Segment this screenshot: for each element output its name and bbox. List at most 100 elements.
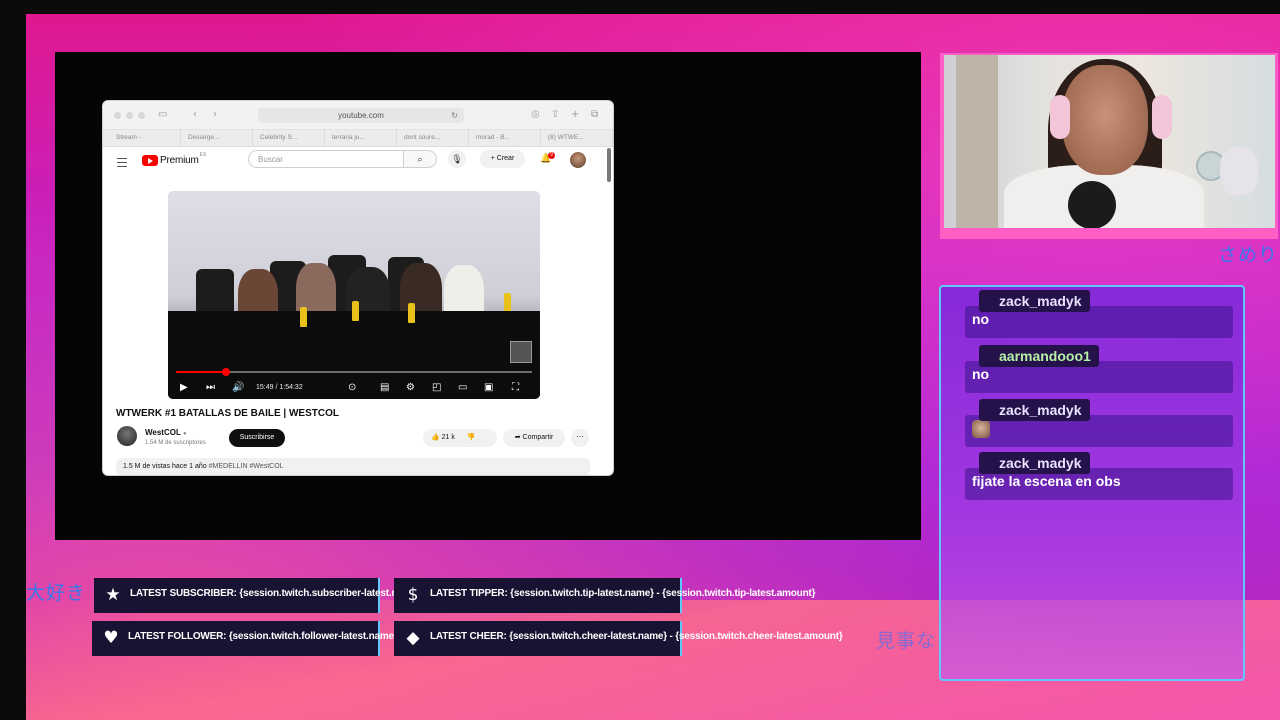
volume-icon[interactable]: 🔊	[232, 382, 244, 393]
menu-icon[interactable]	[117, 158, 127, 170]
avatar[interactable]	[570, 152, 586, 168]
overlay-japanese-text-left: 大好き	[26, 582, 87, 604]
browser-tab[interactable]: Desiarge...	[185, 130, 253, 146]
webcam-background-door	[956, 55, 998, 228]
video-progress-bar[interactable]	[176, 368, 532, 376]
video-bottle	[504, 293, 511, 311]
channel-avatar[interactable]	[117, 426, 137, 446]
theater-mode-icon[interactable]: ▭	[458, 382, 467, 393]
reload-icon[interactable]: ↻	[451, 108, 458, 123]
share-icon[interactable]: ⇧	[551, 109, 559, 120]
chat-box: zack_madyk no aarmandooo1 no zack_madyk …	[939, 285, 1245, 681]
create-label: Crear	[496, 155, 515, 162]
subtitles-icon[interactable]: ▤	[380, 382, 389, 393]
chat-message: aarmandooo1 no	[965, 345, 1233, 393]
latest-cheer-widget: ◆ LATEST CHEER: {session.twitch.cheer-la…	[394, 621, 843, 656]
latest-tipper-widget: $ LATEST TIPPER: {session.twitch.tip-lat…	[394, 578, 816, 613]
youtube-premium-label: Premium	[160, 155, 199, 166]
search-button[interactable]: ⌕	[404, 150, 437, 168]
new-tab-icon[interactable]: +	[571, 109, 579, 120]
chat-message: zack_madyk no	[965, 290, 1233, 338]
like-dislike-pill: 👍 21 k 👎	[423, 429, 497, 447]
voice-search-button[interactable]: 🎙	[448, 150, 466, 168]
thumbs-down-icon[interactable]: 👎	[467, 434, 476, 441]
description-meta: 1.5 M de vistas hace 1 año	[123, 463, 207, 470]
autoplay-toggle-icon[interactable]: ⊙	[348, 382, 356, 393]
chat-username: zack_madyk	[979, 452, 1090, 474]
chat-message: zack_madyk	[965, 399, 1233, 447]
thumbs-up-icon[interactable]: 👍	[431, 434, 440, 441]
youtube-play-icon	[142, 155, 158, 166]
browser-tab[interactable]: terraria ju...	[329, 130, 397, 146]
video-progress-knob[interactable]	[221, 368, 230, 376]
forward-icon[interactable]: ›	[213, 109, 217, 120]
latest-cheer-label: LATEST CHEER: {session.twitch.cheer-late…	[430, 631, 843, 642]
sidebar-icon[interactable]: ▭	[158, 109, 167, 120]
settings-icon[interactable]: ⚙	[406, 382, 415, 393]
latest-follower-widget: ♥ LATEST FOLLOWER: {session.twitch.follo…	[92, 621, 398, 656]
search-input[interactable]: Buscar	[248, 150, 404, 168]
streamer-microphone	[1068, 181, 1116, 228]
window-controls[interactable]	[114, 112, 145, 119]
microphone-icon: 🎙	[451, 154, 463, 164]
create-button[interactable]: + Crear	[480, 150, 525, 168]
verified-icon: ●	[182, 431, 187, 437]
star-icon: ★	[105, 585, 121, 605]
chat-username: zack_madyk	[979, 399, 1090, 421]
headphone-right	[1152, 95, 1172, 139]
like-count: 21 k	[441, 434, 455, 441]
browser-window: ▭ ‹ › youtube.com ↻ ◎ ⇧ + ⧉ Stream - Des…	[103, 101, 613, 475]
url-text: youtube.com	[338, 111, 384, 120]
video-bottle	[408, 303, 415, 323]
overlay-japanese-text-top: さめり	[1218, 244, 1279, 266]
webcam-plush-toy	[1220, 147, 1258, 195]
browser-tab[interactable]: (8) WTWE...	[545, 130, 613, 146]
chat-username: aarmandooo1	[979, 345, 1099, 367]
channel-watermark	[510, 341, 532, 363]
youtube-logo[interactable]: Premium ES	[142, 151, 207, 166]
latest-tipper-label: LATEST TIPPER: {session.twitch.tip-lates…	[430, 588, 816, 599]
play-icon[interactable]: ▶	[180, 382, 188, 393]
cast-icon[interactable]: ▣	[484, 382, 493, 393]
back-icon[interactable]: ‹	[193, 109, 197, 120]
heart-icon: ♥	[103, 628, 119, 648]
extension-icon[interactable]: ◎	[531, 109, 540, 120]
share-button[interactable]: ➦ Compartir	[503, 429, 565, 447]
video-bottle	[300, 307, 307, 327]
region-label: ES	[199, 151, 207, 158]
subscribe-button[interactable]: Suscribirse	[229, 429, 285, 447]
browser-tabstrip: Stream - Desiarge... Celebrity S... terr…	[103, 130, 613, 147]
video-description[interactable]: 1.5 M de vistas hace 1 año #MEDELLIN #We…	[116, 458, 590, 475]
description-tags[interactable]: #MEDELLIN #WestCOL	[209, 463, 284, 470]
headphone-left	[1050, 95, 1070, 139]
cat-emote-icon	[972, 420, 990, 439]
page-scrollbar[interactable]	[607, 148, 611, 182]
diamond-icon: ◆	[406, 628, 420, 648]
video-player[interactable]: ▶ ⏭ 🔊 15:49 / 1:54:32 ⊙ ▤ ⚙ ◰ ▭ ▣ ⛶	[168, 191, 540, 399]
share-arrow-icon: ➦	[514, 434, 521, 441]
dollar-icon: $	[407, 585, 419, 605]
more-options-button[interactable]: ···	[571, 429, 589, 447]
fullscreen-icon[interactable]: ⛶	[512, 382, 519, 393]
browser-tab[interactable]: Stream -	[113, 130, 181, 146]
tab-overview-icon[interactable]: ⧉	[591, 109, 598, 120]
browser-titlebar: ▭ ‹ › youtube.com ↻ ◎ ⇧ + ⧉	[103, 101, 613, 130]
browser-tab[interactable]: Celebrity S...	[257, 130, 325, 146]
latest-subscriber-widget: ★ LATEST SUBSCRIBER: {session.twitch.sub…	[94, 578, 421, 613]
channel-name[interactable]: WestCOL ●	[145, 428, 187, 437]
address-bar[interactable]: youtube.com ↻	[258, 108, 464, 123]
next-icon[interactable]: ⏭	[206, 382, 215, 393]
overlay-japanese-text-bottom: 見事な	[876, 630, 937, 652]
browser-tab[interactable]: dont soure...	[401, 130, 469, 146]
chat-username: zack_madyk	[979, 290, 1090, 312]
video-title: WTWERK #1 BATALLAS DE BAILE | WESTCOL	[116, 408, 339, 419]
share-label: Compartir	[522, 434, 554, 441]
browser-tab[interactable]: morad - B...	[473, 130, 541, 146]
latest-subscriber-label: LATEST SUBSCRIBER: {session.twitch.subsc…	[130, 588, 421, 599]
miniplayer-icon[interactable]: ◰	[432, 382, 441, 393]
streamer-face	[1062, 65, 1148, 175]
chat-message: zack_madyk fijate la escena en obs	[965, 452, 1233, 500]
video-bottle	[352, 301, 359, 321]
video-time: 15:49 / 1:54:32	[256, 384, 303, 391]
channel-subscribers: 1.54 M de suscriptores	[145, 440, 206, 446]
